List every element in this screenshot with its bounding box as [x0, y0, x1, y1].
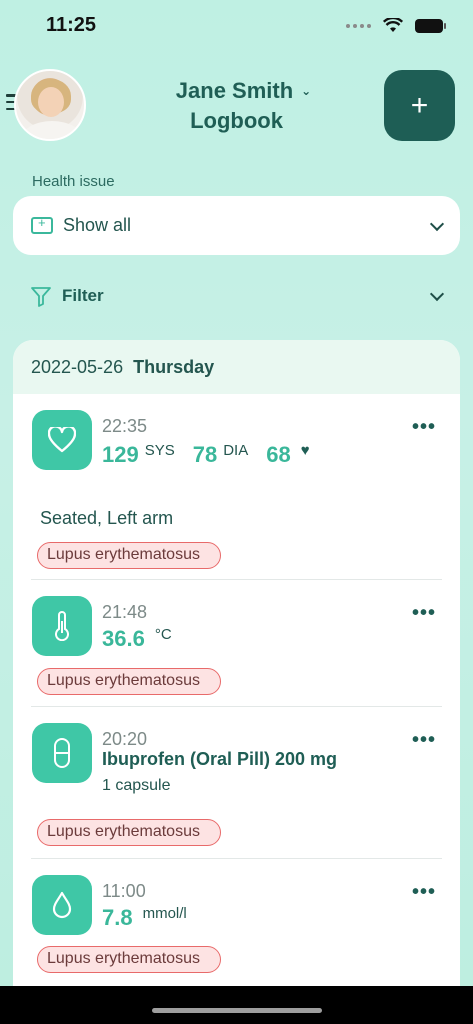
medication-name: Ibuprofen (Oral Pill) 200 mg [102, 749, 338, 769]
pulse-heart-icon: ♥ [300, 442, 310, 459]
user-name: Jane Smith [175, 78, 294, 103]
list-item[interactable]: 20:20 ••• Ibuprofen (Oral Pill) 200 mg 1… [31, 707, 442, 859]
dia-value: 78 [192, 442, 218, 467]
drop-icon [32, 875, 92, 935]
sys-unit: SYS [144, 442, 175, 459]
health-issue-tag: Lupus erythematosus [37, 819, 221, 846]
more-options-icon[interactable]: ••• [412, 416, 436, 439]
pulse-value: 68 [266, 442, 291, 467]
bp-values: 129 SYS 78 DIA 68 ♥ [102, 442, 310, 468]
filter-label: Filter [62, 286, 104, 305]
entry-time: 22:35 [102, 416, 148, 436]
status-icons [346, 18, 446, 33]
logbook-day-card: 2022-05-26 Thursday 22:35 ••• 129 SYS 78… [13, 340, 460, 1024]
list-item[interactable]: 21:48 ••• 36.6 °C Lupus erythematosus [31, 580, 442, 707]
chevron-down-icon [429, 216, 445, 231]
status-time: 11:25 [46, 14, 97, 36]
sys-value: 129 [102, 442, 139, 467]
header: Jane Smith ⌄ Logbook + [0, 62, 473, 152]
entry-time: 20:20 [102, 729, 148, 749]
status-bar: 11:25 [0, 0, 473, 54]
glucose-number: 7.8 [102, 905, 133, 930]
signal-icon [346, 23, 371, 28]
temperature-value: 36.6 °C [102, 626, 172, 652]
glucose-value: 7.8 mmol/l [102, 905, 187, 931]
chevron-down-icon [429, 286, 445, 302]
temperature-number: 36.6 [102, 626, 145, 651]
health-issue-tag: Lupus erythematosus [37, 668, 221, 695]
health-issue-label: Health issue [32, 173, 115, 190]
medication-dose: 1 capsule [102, 777, 171, 794]
glucose-unit: mmol/l [142, 905, 187, 922]
pill-icon [32, 723, 92, 783]
entry-time: 21:48 [102, 602, 148, 622]
home-indicator[interactable] [152, 1008, 322, 1013]
temperature-unit: °C [154, 626, 172, 643]
health-issue-tag: Lupus erythematosus [37, 946, 221, 973]
more-options-icon[interactable]: ••• [412, 881, 436, 904]
day-header: 2022-05-26 Thursday [13, 340, 460, 394]
wifi-icon [383, 18, 403, 32]
thermometer-icon [32, 596, 92, 656]
filter-icon [31, 287, 51, 307]
heart-icon [32, 410, 92, 470]
measurement-position: Seated, Left arm [40, 508, 174, 528]
day-weekday: Thursday [133, 356, 215, 377]
chevron-down-icon: ⌄ [301, 84, 312, 98]
entry-time: 11:00 [102, 881, 146, 901]
more-options-icon[interactable]: ••• [412, 602, 436, 625]
more-options-icon[interactable]: ••• [412, 729, 436, 752]
health-issue-value: Show all [63, 215, 132, 235]
day-date: 2022-05-26 [31, 356, 124, 377]
list-item[interactable]: 22:35 ••• 129 SYS 78 DIA 68 ♥ Seated, Le… [31, 394, 442, 580]
add-entry-button[interactable]: + [384, 70, 455, 141]
health-issue-select[interactable]: Show all [13, 196, 460, 255]
list-item[interactable]: 11:00 ••• 7.8 mmol/l Lupus erythematosus [31, 859, 442, 989]
bottom-bar [0, 986, 473, 1024]
folder-add-icon [31, 215, 53, 234]
dia-unit: DIA [223, 442, 249, 459]
health-issue-tag: Lupus erythematosus [37, 542, 221, 569]
battery-icon [415, 18, 446, 33]
filter-toggle[interactable]: Filter [30, 282, 445, 310]
